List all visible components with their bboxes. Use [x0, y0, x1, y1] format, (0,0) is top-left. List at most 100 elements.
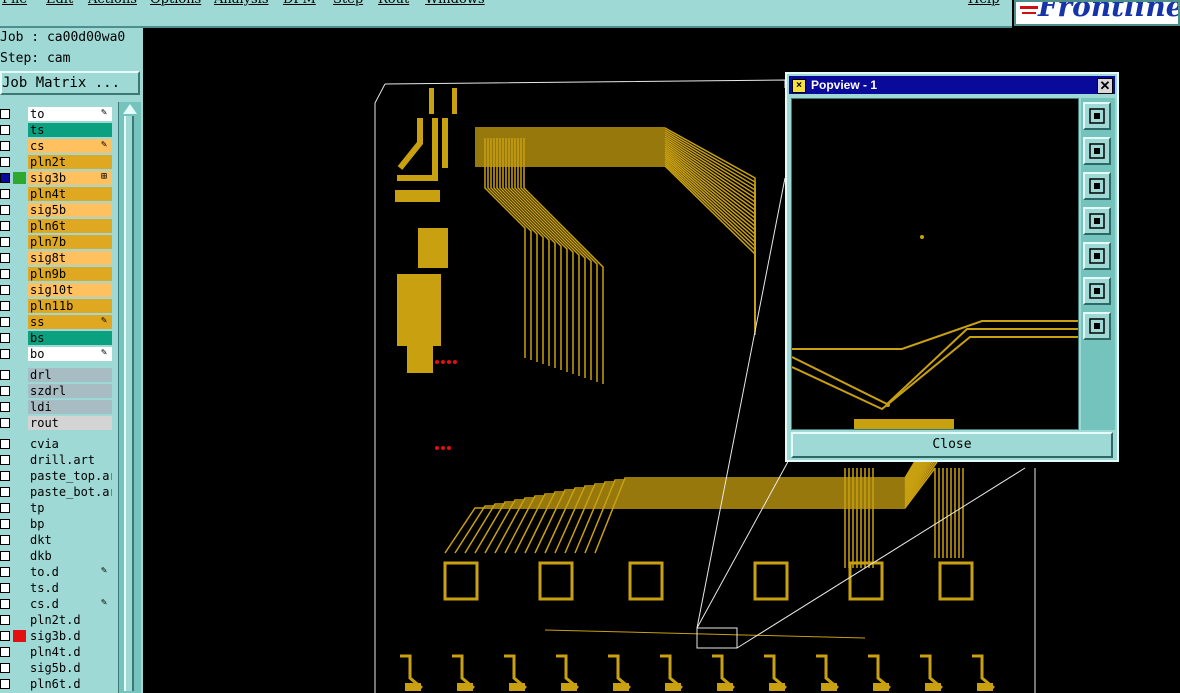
layer-name[interactable]: pln6t.d [28, 677, 112, 691]
layer-checkbox[interactable] [0, 301, 10, 311]
layer-color-swatch[interactable] [13, 534, 26, 546]
layer-name[interactable]: tp [28, 501, 112, 515]
menu-windows[interactable]: Windows [425, 0, 485, 7]
layer-color-swatch[interactable] [13, 550, 26, 562]
layer-name[interactable]: cs [28, 139, 112, 153]
layer-name[interactable]: cs.d [28, 597, 112, 611]
layer-color-swatch[interactable] [13, 662, 26, 674]
job-matrix-button[interactable]: Job Matrix ... [0, 71, 140, 95]
layer-name[interactable]: ss [28, 315, 112, 329]
layer-checkbox[interactable] [0, 455, 10, 465]
layer-name[interactable]: pln7b [28, 235, 112, 249]
layer-checkbox[interactable] [0, 189, 10, 199]
menu-actions[interactable]: Actions [88, 0, 137, 7]
layer-color-swatch[interactable] [13, 108, 26, 120]
layer-color-swatch[interactable] [13, 502, 26, 514]
layer-color-swatch[interactable] [13, 486, 26, 498]
layer-color-swatch[interactable] [13, 172, 26, 184]
layer-color-swatch[interactable] [13, 678, 26, 690]
layer-color-swatch[interactable] [13, 348, 26, 360]
layer-checkbox[interactable] [0, 237, 10, 247]
layer-checkbox[interactable] [0, 109, 10, 119]
layer-checkbox[interactable] [0, 551, 10, 561]
layer-row[interactable]: rout [0, 415, 114, 431]
layer-row[interactable]: dkb [0, 548, 114, 564]
layer-name[interactable]: pln9b [28, 267, 112, 281]
layer-row[interactable]: to ✎ [0, 106, 114, 122]
layer-name[interactable]: pln2t.d [28, 613, 112, 627]
layer-row[interactable]: bp [0, 516, 114, 532]
layer-name[interactable]: paste_bot.ar [28, 485, 112, 499]
scroll-thumb[interactable] [124, 116, 134, 691]
layer-checkbox[interactable] [0, 471, 10, 481]
layer-checkbox[interactable] [0, 402, 10, 412]
zoom-in-icon[interactable] [1083, 277, 1111, 305]
layer-row[interactable]: drl [0, 367, 114, 383]
layer-row[interactable]: cvia [0, 436, 114, 452]
layer-name[interactable]: pln4t [28, 187, 112, 201]
layer-row[interactable]: sig10t [0, 282, 114, 298]
layer-color-swatch[interactable] [13, 598, 26, 610]
layer-color-swatch[interactable] [13, 438, 26, 450]
layer-name[interactable]: sig5b.d [28, 661, 112, 675]
layer-color-swatch[interactable] [13, 156, 26, 168]
menu-dfm[interactable]: DFM [283, 0, 316, 7]
layer-color-swatch[interactable] [13, 220, 26, 232]
layer-checkbox[interactable] [0, 157, 10, 167]
menu-rout[interactable]: Rout [378, 0, 409, 7]
layer-color-swatch[interactable] [13, 646, 26, 658]
layer-row[interactable]: pln4t [0, 186, 114, 202]
layer-checkbox[interactable] [0, 253, 10, 263]
layer-row[interactable]: sig5b.d [0, 660, 114, 676]
pan-down-icon[interactable] [1083, 172, 1111, 200]
layer-checkbox[interactable] [0, 333, 10, 343]
layer-row[interactable]: sig5b [0, 202, 114, 218]
popview-close-button[interactable]: Close [791, 432, 1113, 458]
layer-name[interactable]: ldi [28, 400, 112, 414]
layer-name[interactable]: bo [28, 347, 112, 361]
layer-row[interactable]: pln9b [0, 266, 114, 282]
layer-color-swatch[interactable] [13, 316, 26, 328]
layer-name[interactable]: sig8t [28, 251, 112, 265]
layer-color-swatch[interactable] [13, 204, 26, 216]
layer-row[interactable]: bo ✎ [0, 346, 114, 362]
layer-color-swatch[interactable] [13, 284, 26, 296]
layer-row[interactable]: pln6t [0, 218, 114, 234]
pan-left-icon[interactable] [1083, 207, 1111, 235]
layer-color-swatch[interactable] [13, 140, 26, 152]
menu-step[interactable]: Step [333, 0, 363, 7]
layer-checkbox[interactable] [0, 679, 10, 689]
pan-up-icon[interactable] [1083, 137, 1111, 165]
zoom-fit-icon[interactable] [1083, 102, 1111, 130]
layer-color-swatch[interactable] [13, 614, 26, 626]
layer-row[interactable]: pln2t [0, 154, 114, 170]
layer-name[interactable]: drl [28, 368, 112, 382]
layer-name[interactable]: ts.d [28, 581, 112, 595]
layer-row[interactable]: pln4t.d [0, 644, 114, 660]
layer-color-swatch[interactable] [13, 268, 26, 280]
menu-help[interactable]: Help [968, 0, 1000, 7]
layer-row[interactable]: paste_top.ar [0, 468, 114, 484]
layer-color-swatch[interactable] [13, 300, 26, 312]
window-menu-icon[interactable]: × [792, 79, 806, 93]
layer-color-swatch[interactable] [13, 518, 26, 530]
layer-checkbox[interactable] [0, 349, 10, 359]
popview-title-bar[interactable]: × Popview - 1 ✕ [789, 76, 1115, 94]
layer-row[interactable]: bs [0, 330, 114, 346]
layer-checkbox[interactable] [0, 599, 10, 609]
layer-row[interactable]: sig3b ⊞ [0, 170, 114, 186]
layer-row[interactable]: ldi [0, 399, 114, 415]
layer-row[interactable]: pln7b [0, 234, 114, 250]
layer-name[interactable]: pln6t [28, 219, 112, 233]
layer-name[interactable]: szdrl [28, 384, 112, 398]
layer-checkbox[interactable] [0, 535, 10, 545]
layer-row[interactable]: szdrl [0, 383, 114, 399]
pan-right-icon[interactable] [1083, 242, 1111, 270]
layer-color-swatch[interactable] [13, 188, 26, 200]
layer-row[interactable]: cs ✎ [0, 138, 114, 154]
layer-name[interactable]: rout [28, 416, 112, 430]
layer-color-swatch[interactable] [13, 454, 26, 466]
layer-color-swatch[interactable] [13, 401, 26, 413]
menu-options[interactable]: Options [150, 0, 201, 7]
layer-checkbox[interactable] [0, 631, 10, 641]
